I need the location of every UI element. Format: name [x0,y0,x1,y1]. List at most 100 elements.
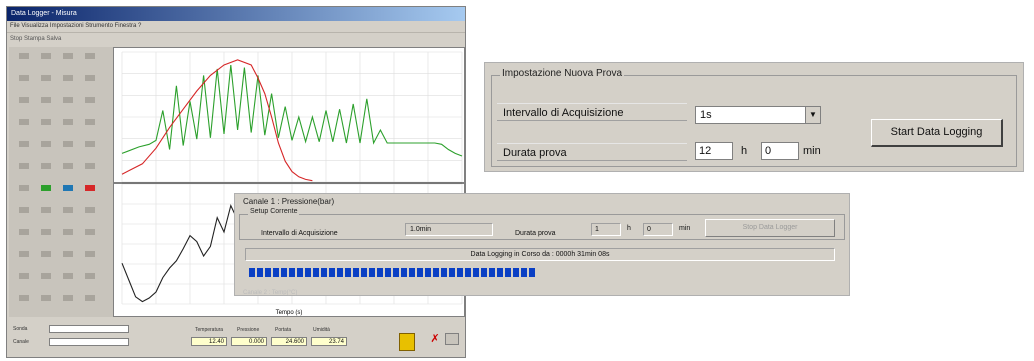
progress-block [433,268,439,277]
progress-block [489,268,495,277]
channel-cell [19,251,29,257]
channel-cell [41,273,51,279]
progress-block [337,268,343,277]
progress-block [273,268,279,277]
channel-row[interactable] [9,185,113,193]
hours-input[interactable]: 12 [695,142,733,160]
channel-row[interactable] [9,75,113,83]
progress-block [417,268,423,277]
channel-row[interactable] [9,53,113,61]
channel-cell [85,295,95,301]
channel-hours-value: 1 [591,223,621,236]
channel-row[interactable] [9,141,113,149]
menu-bar[interactable]: File Visualizza Impostazioni Strumento F… [7,21,465,33]
toolbar-label[interactable]: Stop Stampa Salva [10,36,61,42]
channel-cell [85,75,95,81]
channel-cell [63,251,73,257]
duration-label: Durata prova [497,143,687,161]
value-field-2: 0.000 [231,337,267,346]
channel-hours-unit: h [627,225,631,232]
channel-row[interactable] [9,273,113,281]
channel-interval-label: Intervallo di Acquisizione [261,230,338,237]
minutes-input[interactable]: 0 [761,142,799,160]
channel-field[interactable] [49,338,129,346]
progress-block [361,268,367,277]
series-line-2 [121,59,313,182]
channel-cell [63,53,73,59]
progress-block [449,268,455,277]
menu-items[interactable]: File Visualizza Impostazioni Strumento F… [10,23,141,29]
progress-block [345,268,351,277]
channel-row[interactable] [9,97,113,105]
channel-cell [19,185,29,191]
progress-block [401,268,407,277]
channel-interval-value: 1.0min [405,223,493,236]
progress-block [385,268,391,277]
logging-progress-bar [249,268,833,277]
channel-cell [63,119,73,125]
progress-block [529,268,535,277]
progress-block [369,268,375,277]
progress-block [473,268,479,277]
channel-cell [85,185,95,191]
toolbar[interactable]: Stop Stampa Salva [7,33,465,45]
channel-cell [63,295,73,301]
progress-block [313,268,319,277]
logging-status: Data Logging in Corso da : 0000h 31min 0… [245,248,835,261]
x-axis-label: Tempo (s) [276,310,303,316]
progress-block [249,268,255,277]
probe-field[interactable] [49,325,129,333]
value-field-4: 23.74 [311,337,347,346]
progress-block [289,268,295,277]
channel-title: Canale 1 : Pressione(bar) [243,197,335,206]
channel-cell [19,229,29,235]
channel-cell [41,295,51,301]
channel-duration-label: Durata prova [515,230,556,237]
channel-cell [85,141,95,147]
value-label-1: Temperatura [195,327,224,333]
channel-cell [19,53,29,59]
channel-row[interactable] [9,119,113,127]
value-field-3: 24.600 [271,337,307,346]
channel-cell [41,75,51,81]
channel-cell [41,185,51,191]
chevron-down-icon[interactable]: ▼ [805,107,820,123]
value-field-1: 12.40 [191,337,227,346]
background-app-window: Data Logger - Misura File Visualizza Imp… [6,6,466,358]
channel-row[interactable] [9,229,113,237]
channel-row[interactable] [9,295,113,303]
stop-data-logger-button[interactable]: Stop Data Logger [705,219,835,237]
start-data-logging-button[interactable]: Start Data Logging [871,119,1003,147]
channel-cell [63,185,73,191]
hours-unit: h [741,145,748,157]
progress-block [457,268,463,277]
channel-cell [41,229,51,235]
channel-cell [19,207,29,213]
channel-cell [19,295,29,301]
channel-row[interactable] [9,251,113,259]
progress-block [425,268,431,277]
channel-list-panel[interactable] [9,47,113,317]
interval-select-value: 1s [700,109,712,121]
channel-cell [85,229,95,235]
interval-select[interactable]: 1s ▼ [695,106,821,124]
exit-icon[interactable] [445,333,459,345]
progress-block [377,268,383,277]
progress-block [257,268,263,277]
channel-cell [41,163,51,169]
channel-cell [19,75,29,81]
minutes-unit: min [803,145,821,157]
channel-row[interactable] [9,207,113,215]
progress-block [521,268,527,277]
progress-block [481,268,487,277]
channel-row[interactable] [9,163,113,171]
progress-block [441,268,447,277]
bottom-panel: Sonda Canale Temperatura 12.40 Pressione… [9,323,463,356]
logger-icon[interactable] [399,333,415,351]
channel-cell [63,163,73,169]
close-icon[interactable]: ✗ [429,333,441,345]
progress-block [321,268,327,277]
channel-label: Canale [13,339,29,345]
channel-cell [63,141,73,147]
channel-cell [19,273,29,279]
